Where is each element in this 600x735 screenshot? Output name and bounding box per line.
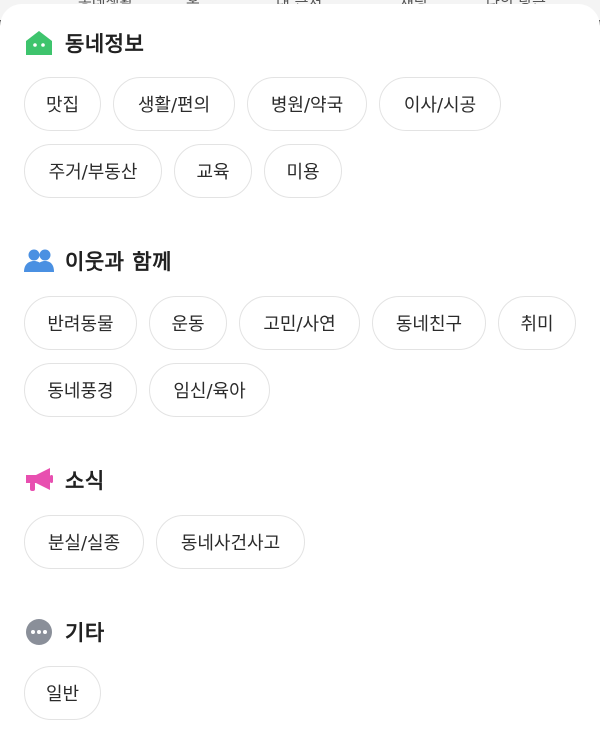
chip-category[interactable]: 주거/부동산: [24, 144, 162, 198]
megaphone-icon: [24, 465, 54, 495]
chip-category[interactable]: 반려동물: [24, 296, 137, 350]
chip-category[interactable]: 동네친구: [372, 296, 486, 350]
chip-category[interactable]: 병원/약국: [247, 77, 367, 131]
chip-category[interactable]: 분실/실종: [24, 515, 144, 569]
section-title: 이웃과 함께: [65, 250, 172, 274]
section-title: 소식: [65, 469, 105, 493]
section-header: 소식: [24, 464, 105, 496]
chip-category[interactable]: 동네사건사고: [156, 515, 305, 569]
chip-category[interactable]: 맛집: [24, 77, 101, 131]
chip-category[interactable]: 생활/편의: [113, 77, 235, 131]
chip-category[interactable]: 교육: [174, 144, 252, 198]
section-header: 동네정보: [24, 27, 144, 59]
section-title: 기타: [65, 621, 105, 645]
section-title: 동네정보: [65, 32, 145, 56]
chip-category[interactable]: 일반: [24, 666, 101, 720]
more-icon: [24, 617, 54, 647]
category-bottom-sheet: 동네정보 맛집 생활/편의 병원/약국 이사/시공 주거/부동산 교육 미용 이…: [0, 4, 600, 735]
chip-category[interactable]: 고민/사연: [239, 296, 360, 350]
chip-category[interactable]: 임신/육아: [149, 363, 270, 417]
chip-category[interactable]: 미용: [264, 144, 342, 198]
people-icon: [24, 246, 54, 276]
section-header: 이웃과 함께: [24, 245, 172, 277]
chip-category[interactable]: 취미: [498, 296, 576, 350]
house-icon: [24, 28, 54, 58]
chip-category[interactable]: 동네풍경: [24, 363, 137, 417]
chip-category[interactable]: 이사/시공: [379, 77, 501, 131]
section-header: 기타: [24, 616, 105, 648]
chip-category[interactable]: 운동: [149, 296, 227, 350]
